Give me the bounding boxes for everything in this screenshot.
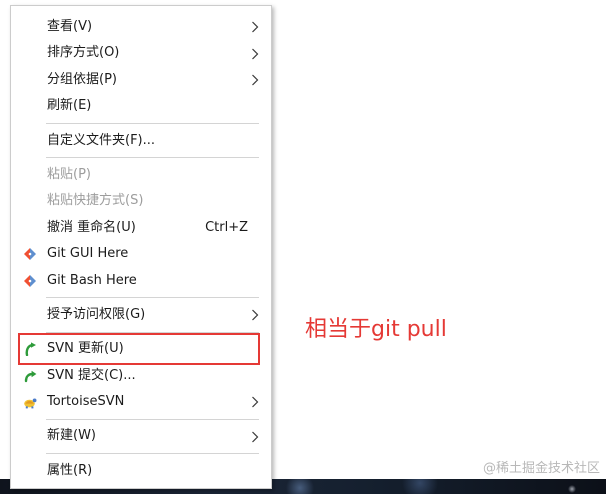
menu-separator: [11, 415, 271, 423]
menu-item-customize-folder[interactable]: 自定义文件夹(F)...: [11, 128, 271, 154]
menu-item-git-gui-here[interactable]: Git GUI Here: [11, 241, 271, 267]
menu-item-label: 粘贴快捷方式(S): [47, 193, 144, 209]
menu-separator: [11, 154, 271, 162]
menu-item-label: Git GUI Here: [47, 246, 129, 262]
chevron-right-icon: [251, 48, 259, 60]
menu-item-new[interactable]: 新建(W): [11, 423, 271, 449]
watermark: @稀土掘金技术社区: [482, 461, 600, 476]
menu-item-paste-shortcut: 粘贴快捷方式(S): [11, 188, 271, 214]
menu-item-properties[interactable]: 属性(R): [11, 458, 271, 484]
menu-item-label: 粘贴(P): [47, 166, 91, 182]
git-icon: [23, 274, 37, 288]
menu-item-label: TortoiseSVN: [47, 394, 125, 410]
menu-item-undo-rename[interactable]: 撤消 重命名(U) Ctrl+Z: [11, 215, 271, 241]
menu-item-label: Git Bash Here: [47, 272, 137, 288]
chevron-right-icon: [251, 431, 259, 443]
menu-item-label: 授予访问权限(G): [47, 306, 146, 322]
menu-item-sort-by[interactable]: 排序方式(O): [11, 40, 271, 66]
menu-separator: [11, 450, 271, 458]
menu-item-label: 新建(W): [47, 428, 96, 444]
menu-item-label: 分组依据(P): [47, 71, 117, 87]
chevron-right-icon: [251, 309, 259, 321]
menu-item-group-by[interactable]: 分组依据(P): [11, 67, 271, 93]
menu-item-give-access-to[interactable]: 授予访问权限(G): [11, 302, 271, 328]
menu-item-label: 属性(R): [47, 462, 93, 478]
menu-item-svn-commit[interactable]: SVN 提交(C)...: [11, 363, 271, 389]
chevron-right-icon: [251, 396, 259, 408]
svn-commit-icon: [23, 369, 37, 383]
menu-item-tortoisesvn[interactable]: TortoiseSVN: [11, 389, 271, 415]
menu-item-label: 刷新(E): [47, 98, 92, 114]
menu-item-view[interactable]: 查看(V): [11, 14, 271, 40]
screenshot-canvas: 查看(V) 排序方式(O) 分组依据(P) 刷新(E) 自定义文件夹(F)...: [0, 0, 606, 494]
menu-separator: [11, 294, 271, 302]
tortoisesvn-icon: [23, 395, 37, 409]
annotation-text: 相当于git pull: [305, 317, 447, 342]
menu-item-label: 排序方式(O): [47, 45, 120, 61]
menu-separator: [11, 120, 271, 128]
shortcut-hint: Ctrl+Z: [205, 219, 248, 235]
chevron-right-icon: [251, 21, 259, 33]
menu-item-git-bash-here[interactable]: Git Bash Here: [11, 268, 271, 294]
menu-item-label: 撤消 重命名(U): [47, 219, 136, 235]
highlight-box: [18, 333, 260, 365]
chevron-right-icon: [251, 74, 259, 86]
menu-item-label: 查看(V): [47, 19, 93, 34]
menu-item-paste: 粘贴(P): [11, 162, 271, 188]
menu-item-label: SVN 提交(C)...: [47, 367, 136, 383]
menu-item-refresh[interactable]: 刷新(E): [11, 93, 271, 119]
menu-item-label: 自定义文件夹(F)...: [47, 132, 156, 148]
git-icon: [23, 247, 37, 261]
context-menu: 查看(V) 排序方式(O) 分组依据(P) 刷新(E) 自定义文件夹(F)...: [10, 5, 272, 490]
